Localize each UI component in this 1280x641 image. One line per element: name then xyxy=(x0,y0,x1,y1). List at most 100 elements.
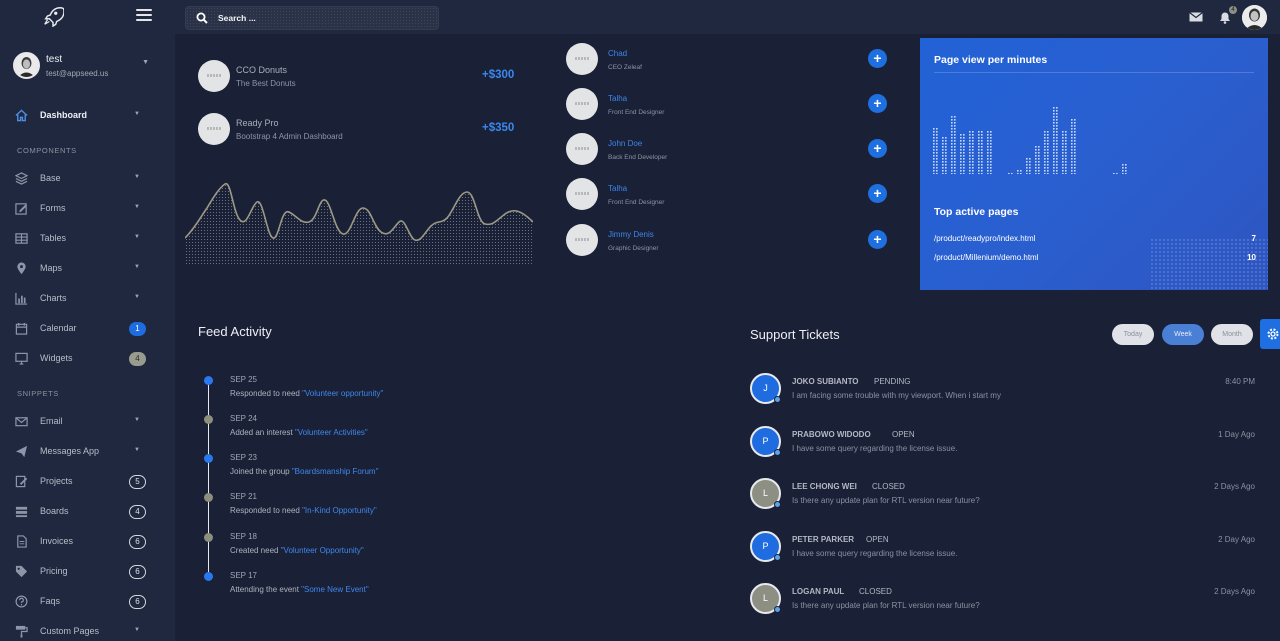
add-person-button[interactable]: + xyxy=(868,49,887,68)
feed-link[interactable]: "Boardsmanship Forum" xyxy=(292,467,379,476)
rocket-logo-icon[interactable] xyxy=(42,5,64,27)
desktop-icon xyxy=(15,352,28,365)
sidebar-item-label: Email xyxy=(40,416,63,426)
sidebar-item-maps[interactable]: Maps ▼ xyxy=(0,258,175,280)
chevron-down-icon: ▼ xyxy=(134,234,140,240)
search-icon[interactable] xyxy=(196,12,208,24)
sidebar-item-email[interactable]: Email ▼ xyxy=(0,411,175,433)
sidebar-item-dashboard[interactable]: Dashboard ▼ xyxy=(0,105,175,127)
feed-item: SEP 21 Responded to need "In-Kind Opportu… xyxy=(204,492,504,518)
ticket-time: 2 Day Ago xyxy=(1218,535,1255,544)
feed-date: SEP 18 xyxy=(230,532,257,541)
online-status-dot xyxy=(774,501,781,508)
sidebar-item-boards[interactable]: Boards 4 xyxy=(0,501,175,523)
feed-date: SEP 25 xyxy=(230,375,257,384)
transaction-subtitle: Bootstrap 4 Admin Dashboard xyxy=(236,132,343,141)
section-label-snippets: SNIPPETS xyxy=(17,389,59,398)
topbar-user-avatar[interactable] xyxy=(1242,5,1267,30)
sidebar-item-messages-app[interactable]: Messages App ▼ xyxy=(0,441,175,463)
timeline-dot xyxy=(204,572,213,581)
sidebar-item-base[interactable]: Base ▼ xyxy=(0,168,175,190)
person-name[interactable]: Jimmy Denis xyxy=(608,230,654,239)
ticket-user-name: PETER PARKER xyxy=(792,535,855,544)
feed-link[interactable]: "Volunteer opportunity" xyxy=(302,389,383,398)
online-status-dot xyxy=(774,554,781,561)
transaction-row[interactable]: CCO Donuts The Best Donuts +$300 xyxy=(198,60,528,94)
sidebar-item-widgets[interactable]: Widgets 4 xyxy=(0,348,175,370)
ticket-message: I have some query regarding the license … xyxy=(792,549,958,558)
sidebar-item-label: Widgets xyxy=(40,353,73,363)
person-row: Chad CEO Zeleaf + xyxy=(566,43,888,77)
ticket-status: OPEN xyxy=(866,535,889,544)
user-avatar xyxy=(13,52,40,79)
sidebar-item-tables[interactable]: Tables ▼ xyxy=(0,228,175,250)
sidebar-item-forms[interactable]: Forms ▼ xyxy=(0,198,175,220)
settings-button[interactable] xyxy=(1260,319,1280,349)
page-view-bar xyxy=(960,134,965,174)
sidebar-item-projects[interactable]: Projects 5 xyxy=(0,471,175,493)
sidebar-item-label: Charts xyxy=(40,293,67,303)
company-logo xyxy=(198,60,230,92)
sidebar-item-calendar[interactable]: Calendar 1 xyxy=(0,318,175,340)
feed-text: Created need "Volunteer Opportunity" xyxy=(230,546,364,555)
transaction-amount: +$350 xyxy=(482,122,515,134)
feed-activity-title: Feed Activity xyxy=(198,324,272,339)
add-person-button[interactable]: + xyxy=(868,139,887,158)
user-profile[interactable]: test test@appseed.us ▼ xyxy=(13,52,163,82)
transaction-row[interactable]: Ready Pro Bootstrap 4 Admin Dashboard +$… xyxy=(198,113,528,147)
sidebar-item-invoices[interactable]: Invoices 6 xyxy=(0,531,175,553)
person-name[interactable]: John Doe xyxy=(608,139,642,148)
chevron-down-icon: ▼ xyxy=(134,204,140,210)
feed-item: SEP 18 Created need "Volunteer Opportunit… xyxy=(204,532,504,558)
feed-item: SEP 24 Added an interest "Volunteer Activ… xyxy=(204,414,504,440)
chart-icon xyxy=(15,292,28,305)
page-view-bar xyxy=(1122,164,1127,174)
add-person-button[interactable]: + xyxy=(868,230,887,249)
envelope-icon xyxy=(15,417,28,427)
envelope-icon[interactable] xyxy=(1189,12,1203,22)
timeline-dot xyxy=(204,533,213,542)
filter-month-button[interactable]: Month xyxy=(1211,324,1253,345)
feed-item: SEP 23 Joined the group "Boardsmanship Fo… xyxy=(204,453,504,479)
count-badge: 4 xyxy=(129,505,146,519)
ticket-time: 2 Days Ago xyxy=(1214,482,1255,491)
feed-link[interactable]: "In-Kind Opportunity" xyxy=(302,506,377,515)
add-person-button[interactable]: + xyxy=(868,94,887,113)
sidebar-item-charts[interactable]: Charts ▼ xyxy=(0,288,175,310)
chevron-down-icon: ▼ xyxy=(134,264,140,270)
sidebar-item-faqs[interactable]: Faqs 6 xyxy=(0,591,175,613)
person-name[interactable]: Chad xyxy=(608,49,627,58)
section-label-components: COMPONENTS xyxy=(17,146,77,155)
page-view-bar xyxy=(969,131,974,174)
feed-link[interactable]: "Volunteer Opportunity" xyxy=(281,546,364,555)
topbar: 4 xyxy=(175,0,1280,34)
sidebar-item-custom-pages[interactable]: Custom Pages ▼ xyxy=(0,621,175,641)
ticket-status: CLOSED xyxy=(872,482,905,491)
ticket-row[interactable]: P PETER PARKER OPEN I have some query regar… xyxy=(750,531,1260,565)
filter-week-button[interactable]: Week xyxy=(1162,324,1204,345)
feed-text: Responded to need "In-Kind Opportunity" xyxy=(230,506,377,515)
question-icon xyxy=(15,595,28,608)
feed-link[interactable]: "Volunteer Activities" xyxy=(295,428,368,437)
calendar-icon xyxy=(15,322,28,335)
ticket-row[interactable]: L LEE CHONG WEI CLOSED Is there any update … xyxy=(750,478,1260,512)
ticket-row[interactable]: L LOGAN PAUL CLOSED Is there any update pla… xyxy=(750,583,1260,617)
person-name[interactable]: Talha xyxy=(608,184,627,193)
ticket-row[interactable]: J JOKO SUBIANTO PENDING I am facing some tr… xyxy=(750,373,1260,407)
count-badge: 6 xyxy=(129,565,146,579)
sidebar-item-pricing[interactable]: Pricing 6 xyxy=(0,561,175,583)
menu-toggle-icon[interactable] xyxy=(136,9,152,23)
page-view-bar xyxy=(951,116,956,174)
ticket-row[interactable]: P PRABOWO WIDODO OPEN I have some query reg… xyxy=(750,426,1260,460)
filter-today-button[interactable]: Today xyxy=(1112,324,1154,345)
online-status-dot xyxy=(774,449,781,456)
search-input[interactable] xyxy=(218,11,428,25)
transactions-area-chart xyxy=(185,183,533,266)
search-box[interactable] xyxy=(185,6,439,30)
person-name[interactable]: Talha xyxy=(608,94,627,103)
page-view-bar xyxy=(1008,173,1013,174)
add-person-button[interactable]: + xyxy=(868,184,887,203)
feed-link[interactable]: "Some New Event" xyxy=(301,585,368,594)
transaction-name: Ready Pro xyxy=(236,118,279,128)
feed-action: Responded to need xyxy=(230,506,303,515)
